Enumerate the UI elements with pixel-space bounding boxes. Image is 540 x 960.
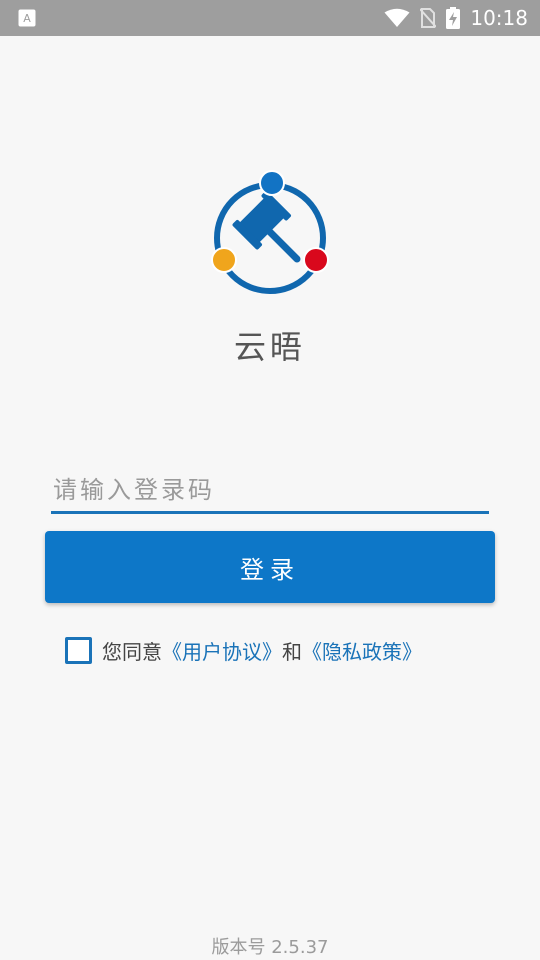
svg-text:A: A (23, 12, 31, 25)
gavel-logo-icon (211, 170, 329, 294)
agreement-prefix: 您同意 (102, 639, 162, 664)
status-icons: 10:18 (384, 0, 528, 36)
agreement-checkbox[interactable] (65, 636, 92, 664)
login-code-input[interactable] (51, 468, 489, 514)
agreement-conjunction: 和 (282, 639, 302, 664)
wifi-icon (384, 8, 410, 27)
app-name: 云晤 (233, 328, 306, 366)
user-agreement-link[interactable]: 《用户协议》 (162, 636, 282, 665)
battery-charging-icon (446, 7, 461, 29)
version-label: 版本号 2.5.37 (211, 937, 329, 958)
notification-a-icon: A (18, 9, 36, 27)
status-time: 10:18 (470, 6, 528, 30)
no-sim-icon (420, 8, 437, 28)
privacy-policy-link[interactable]: 《隐私政策》 (302, 636, 422, 665)
agreement-row: 您同意 《用户协议》 和 《隐私政策》 (65, 634, 422, 666)
login-button[interactable]: 登录 (45, 531, 495, 603)
status-bar: A 10:18 (0, 0, 540, 36)
